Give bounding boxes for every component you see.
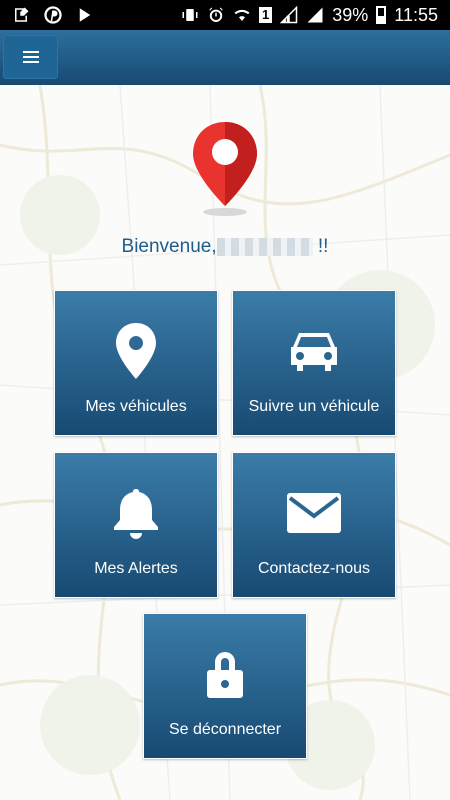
alarm-icon (207, 6, 225, 24)
status-bar: 1 39% 11:55 (0, 0, 450, 30)
track-vehicle-label: Suivre un véhicule (248, 398, 380, 415)
app-bar (0, 30, 450, 85)
logout-label: Se déconnecter (168, 721, 282, 738)
vibrate-icon (181, 6, 199, 24)
sim-slot-badge: 1 (259, 7, 273, 23)
play-store-icon (76, 6, 94, 24)
wifi-icon (233, 6, 251, 24)
battery-percent: 39% (332, 4, 369, 25)
notification-icon (12, 6, 30, 24)
welcome-message: Bienvenue, !! (0, 236, 450, 258)
redacted-username (216, 237, 313, 256)
pinterest-icon (44, 6, 62, 24)
battery-icon (376, 6, 387, 24)
clock-time: 11:55 (394, 4, 438, 25)
contact-us-label: Contactez-nous (257, 560, 371, 577)
my-vehicles-tile[interactable]: Mes véhicules (54, 290, 218, 436)
my-vehicles-label: Mes véhicules (85, 398, 187, 415)
welcome-greeting: Bienvenue, (121, 236, 217, 257)
my-alerts-label: Mes Alertes (94, 560, 178, 577)
lock-icon (144, 644, 306, 704)
hamburger-menu-icon[interactable] (3, 35, 58, 79)
location-pin-icon (55, 321, 217, 381)
contact-us-tile[interactable]: Contactez-nous (232, 452, 396, 598)
signal-icon (306, 6, 324, 24)
car-icon (233, 321, 395, 381)
envelope-icon (233, 483, 395, 543)
sim-signal-icon (280, 6, 298, 24)
my-alerts-tile[interactable]: Mes Alertes (54, 452, 218, 598)
welcome-exclamation: !! (317, 236, 329, 257)
bell-icon (55, 483, 217, 543)
track-vehicle-tile[interactable]: Suivre un véhicule (232, 290, 396, 436)
location-pin-logo-icon (191, 120, 259, 218)
logout-tile[interactable]: Se déconnecter (143, 613, 307, 759)
